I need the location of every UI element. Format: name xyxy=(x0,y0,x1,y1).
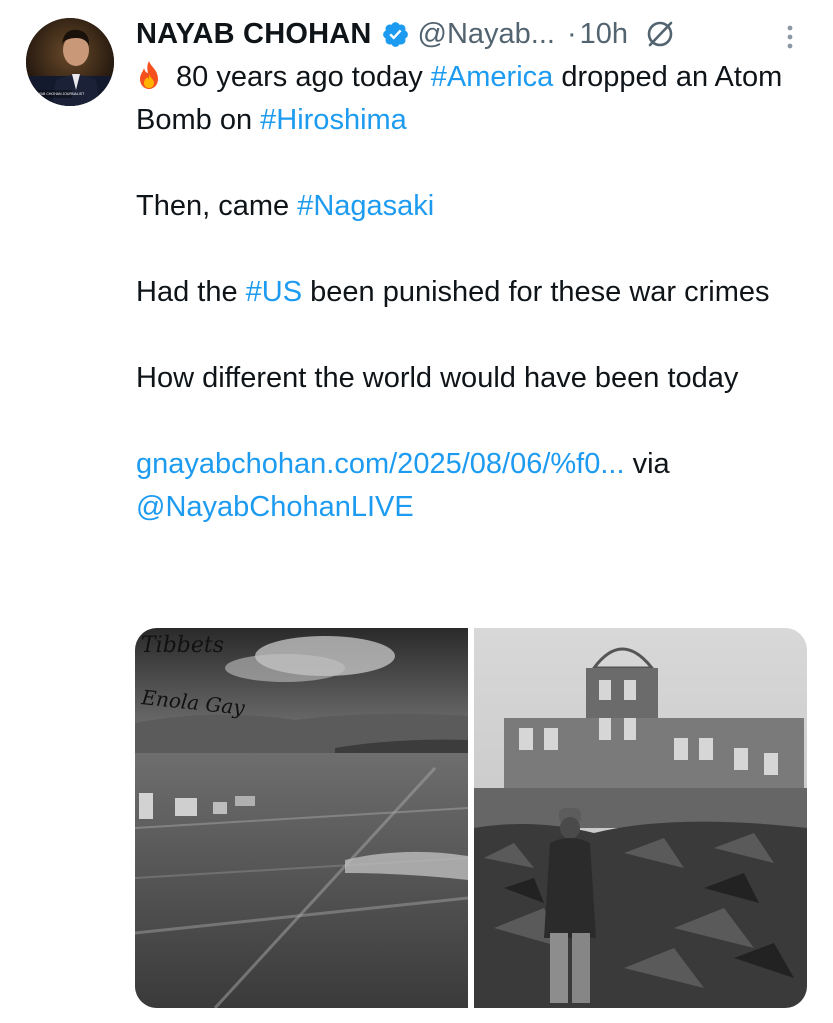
tweet-header: NAYAB CHOHAN @Nayab... · 10h xyxy=(136,14,676,54)
hashtag-nagasaki[interactable]: #Nagasaki xyxy=(297,190,434,222)
tweet-text: 80 years ago today #America dropped an A… xyxy=(136,56,816,529)
author-display-name[interactable]: NAYAB CHOHAN xyxy=(136,18,372,51)
tweet-card[interactable]: NAYAB CHOHAN JOURNALIST NAYAB CHOHAN @Na… xyxy=(0,0,833,1023)
tweet-paragraph-2: Then, came #Nagasaki xyxy=(136,185,816,228)
author-handle[interactable]: @Nayab... xyxy=(418,18,555,51)
tweet-paragraph-3: Had the #US been punished for these war … xyxy=(136,271,816,314)
avatar-caption: NAYAB CHOHAN JOURNALIST xyxy=(34,92,85,96)
tweet-timestamp[interactable]: 10h xyxy=(580,18,628,51)
tweet-paragraph-5: gnayabchohan.com/2025/08/06/%f0... via @… xyxy=(136,443,816,529)
tweet-paragraph-1: 80 years ago today #America dropped an A… xyxy=(136,56,816,142)
text-segment: Then, came xyxy=(136,190,298,222)
text-segment: Had the xyxy=(136,276,246,308)
text-segment: 80 years ago today xyxy=(168,61,431,93)
fire-emoji-icon xyxy=(136,60,162,90)
via-text: via xyxy=(624,448,670,480)
text-segment: been punished for these war crimes xyxy=(302,276,770,308)
header-separator: · xyxy=(566,17,577,50)
mention-nayabchohanlive[interactable]: @NayabChohanLIVE xyxy=(136,491,414,523)
media-image-dome-ruins[interactable] xyxy=(474,628,807,1008)
media-image-hiroshima-aerial[interactable]: Tibbets Enola Gay xyxy=(135,628,468,1008)
more-options-icon[interactable] xyxy=(779,22,801,52)
media-gallery: Tibbets Enola Gay xyxy=(135,628,807,1008)
hashtag-us[interactable]: #US xyxy=(246,276,302,308)
hashtag-america[interactable]: #America xyxy=(431,61,554,93)
grok-icon[interactable] xyxy=(644,18,676,50)
tweet-paragraph-4: How different the world would have been … xyxy=(136,362,739,394)
handwriting-tibbets: Tibbets xyxy=(141,633,224,658)
external-link[interactable]: gnayabchohan.com/2025/08/06/%f0... xyxy=(136,448,625,480)
verified-badge-icon[interactable] xyxy=(381,20,410,49)
author-avatar[interactable]: NAYAB CHOHAN JOURNALIST xyxy=(26,18,114,106)
hashtag-hiroshima[interactable]: #Hiroshima xyxy=(260,104,407,136)
